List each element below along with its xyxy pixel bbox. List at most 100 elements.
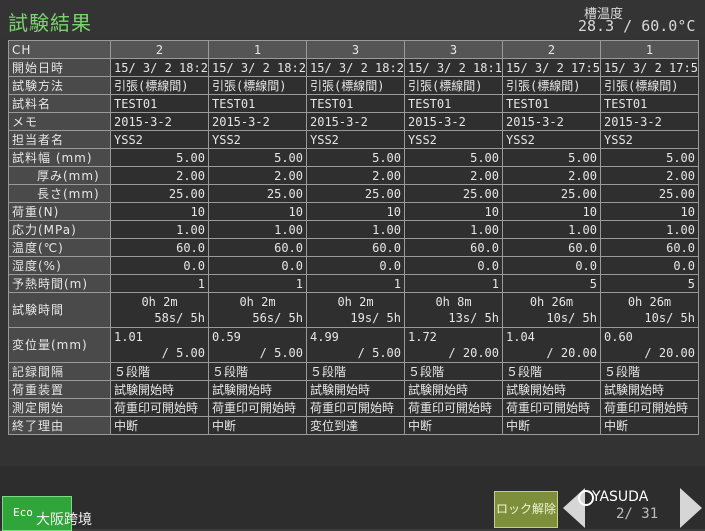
time-top-value: 0h 2m — [239, 295, 276, 309]
row-label-memo: メモ — [8, 112, 111, 131]
width-cell: 5.00 — [502, 148, 601, 167]
end_reason-cell: 中断 — [502, 416, 601, 435]
width-cell: 5.00 — [110, 148, 209, 167]
time-top-value: 0h 8m — [435, 295, 472, 309]
time-bottom-value: 13s/ 5h — [448, 311, 499, 325]
measure_start-cell: 荷重印可開始時 — [600, 398, 699, 417]
start-cell: 15/ 3/ 2 17:59 — [502, 58, 601, 77]
load-cell: 10 — [110, 202, 209, 221]
interval-cell: ５段階 — [110, 362, 209, 381]
measure_start-cell: 荷重印可開始時 — [110, 398, 209, 417]
table-row-width: 試料幅 (mm) 5.00 5.00 5.00 5.00 5.00 5.00 — [8, 148, 699, 167]
row-label-preheat: 予熱時間(m) — [8, 274, 111, 293]
disp-cell: 0.59 / 5.00 — [208, 327, 307, 363]
test-results-screen: 試験結果 槽温度 28.3 / 60.0°C CH 2 1 3 3 2 1 開始日時 15/ 3… — [0, 0, 705, 531]
table-row-disp: 変位量(mm) 1.01/ 5.00 0.59/ 5.00 4.99/ 5.00 1.7… — [8, 327, 699, 363]
time-cell: 0h 26m 10s/ 5h — [600, 292, 699, 328]
disp-top-value: 0.59 — [212, 330, 241, 344]
load-cell: 10 — [208, 202, 307, 221]
stress-cell: 1.00 — [404, 220, 503, 239]
end_reason-cell: 変位到達 — [306, 416, 405, 435]
time-cell: 0h 2m 19s/ 5h — [306, 292, 405, 328]
table-row-length: 長さ(mm) 25.00 25.00 25.00 25.00 25.00 25.00 — [8, 184, 699, 203]
method-cell: 引張(標線間) — [306, 76, 405, 95]
bottom-label: 大阪跨境 — [36, 512, 92, 528]
operator-cell: YSS2 — [110, 130, 209, 149]
interval-cell: ５段階 — [404, 362, 503, 381]
table-row-preheat: 予熱時間(m) 1 1 1 1 5 5 — [8, 274, 699, 293]
start-cell: 15/ 3/ 2 18:27 — [208, 58, 307, 77]
next-page-arrow-icon[interactable] — [680, 488, 702, 528]
disp-top-value: 1.72 — [408, 330, 437, 344]
humidity-cell: 0.0 — [208, 256, 307, 275]
ch-number-cell: 3 — [306, 40, 405, 59]
thickness-cell: 2.00 — [404, 166, 503, 185]
row-label-load_device: 荷重装置 — [8, 380, 111, 399]
ch-number-cell: 2 — [110, 40, 209, 59]
load_device-cell: 試験開始時 — [404, 380, 503, 399]
time-top-value: 0h 2m — [141, 295, 178, 309]
length-cell: 25.00 — [110, 184, 209, 203]
time-top-value: 0h 2m — [337, 295, 374, 309]
table-row-temp_c: 温度(℃) 60.0 60.0 60.0 60.0 60.0 60.0 — [8, 238, 699, 257]
disp-top-value: 1.04 — [506, 330, 535, 344]
time-top-value: 0h 26m — [529, 295, 574, 309]
method-cell: 引張(標線間) — [208, 76, 307, 95]
sample-cell: TEST01 — [306, 94, 405, 113]
stress-cell: 1.00 — [208, 220, 307, 239]
ch-number-cell: 3 — [404, 40, 503, 59]
width-cell: 5.00 — [404, 148, 503, 167]
row-label-method: 試験方法 — [8, 76, 111, 95]
memo-cell: 2015-3-2 — [306, 112, 405, 131]
end_reason-cell: 中断 — [600, 416, 699, 435]
results-table: CH 2 1 3 3 2 1 開始日時 15/ 3/ 2 18:27 15/ 3/ 2 18:27… — [8, 40, 699, 435]
interval-cell: ５段階 — [306, 362, 405, 381]
thickness-cell: 2.00 — [110, 166, 209, 185]
time-cell: 0h 26m 10s/ 5h — [502, 292, 601, 328]
disp-cell: 1.72 / 20.00 — [404, 327, 503, 363]
time-cell: 0h 2m 56s/ 5h — [208, 292, 307, 328]
method-cell: 引張(標線間) — [404, 76, 503, 95]
eco-button-label: Eco — [13, 506, 33, 519]
sample-cell: TEST01 — [404, 94, 503, 113]
humidity-cell: 0.0 — [306, 256, 405, 275]
thickness-cell: 2.00 — [502, 166, 601, 185]
measure_start-cell: 荷重印可開始時 — [208, 398, 307, 417]
disp-cell: 1.04 / 20.00 — [502, 327, 601, 363]
operator-cell: YSS2 — [600, 130, 699, 149]
page-title: 試験結果 — [8, 11, 92, 35]
row-label-thickness: 厚み(mm) — [8, 166, 111, 185]
preheat-cell: 1 — [208, 274, 307, 293]
humidity-cell: 0.0 — [404, 256, 503, 275]
sample-cell: TEST01 — [600, 94, 699, 113]
disp-top-value: 0.60 — [604, 330, 633, 344]
humidity-cell: 0.0 — [502, 256, 601, 275]
memo-cell: 2015-3-2 — [502, 112, 601, 131]
disp-bottom-value: / 20.00 — [644, 346, 695, 360]
interval-cell: ５段階 — [502, 362, 601, 381]
method-cell: 引張(標線間) — [110, 76, 209, 95]
preheat-cell: 1 — [110, 274, 209, 293]
time-bottom-value: 58s/ 5h — [154, 311, 205, 325]
disp-bottom-value: / 5.00 — [259, 346, 303, 360]
load-cell: 10 — [404, 202, 503, 221]
unlock-button[interactable]: ロック解除 — [494, 491, 558, 528]
table-row-thickness: 厚み(mm) 2.00 2.00 2.00 2.00 2.00 2.00 — [8, 166, 699, 185]
memo-cell: 2015-3-2 — [110, 112, 209, 131]
table-row-end_reason: 終了理由 中断 中断 変位到達 中断 中断 中断 — [8, 416, 699, 435]
table-row-start: 開始日時 15/ 3/ 2 18:27 15/ 3/ 2 18:27 15/ 3/ 2… — [8, 58, 699, 77]
temp_c-cell: 60.0 — [404, 238, 503, 257]
method-cell: 引張(標線間) — [502, 76, 601, 95]
row-label-stress: 応力(MPa) — [8, 220, 111, 239]
sample-cell: TEST01 — [502, 94, 601, 113]
stress-cell: 1.00 — [110, 220, 209, 239]
start-cell: 15/ 3/ 2 18:27 — [306, 58, 405, 77]
row-label-sample: 試料名 — [8, 94, 111, 113]
start-cell: 15/ 3/ 2 18:17 — [404, 58, 503, 77]
disp-bottom-value: / 5.00 — [357, 346, 401, 360]
row-label-time: 試験時間 — [8, 292, 111, 328]
operator-cell: YSS2 — [208, 130, 307, 149]
row-label-operator: 担当者名 — [8, 130, 111, 149]
end_reason-cell: 中断 — [208, 416, 307, 435]
table-row-interval: 記録間隔 ５段階 ５段階 ５段階 ５段階 ５段階 ５段階 — [8, 362, 699, 381]
